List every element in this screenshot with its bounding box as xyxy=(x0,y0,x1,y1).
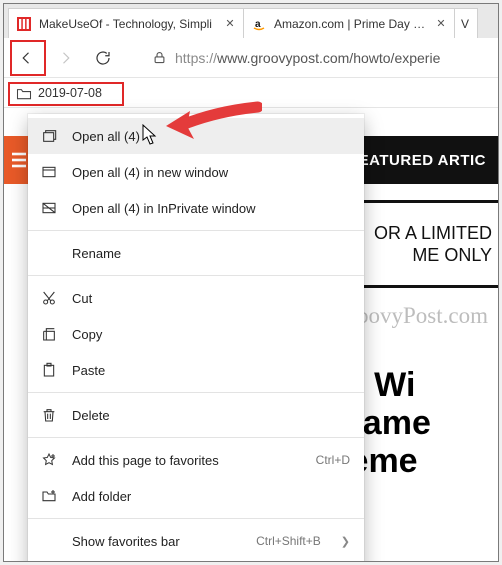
context-menu: Open all (4) Open all (4) in new window … xyxy=(28,114,364,562)
browser-window: MakeUseOf - Technology, Simpli ✕ a Amazo… xyxy=(3,3,499,562)
menu-cut[interactable]: Cut xyxy=(28,280,364,316)
address-bar[interactable]: https://www.groovypost.com/howto/experie xyxy=(144,43,492,73)
lock-icon xyxy=(152,50,167,65)
tab-close-icon[interactable]: ✕ xyxy=(436,19,446,29)
chevron-right-icon: ❯ xyxy=(341,535,350,548)
back-button[interactable] xyxy=(10,41,44,75)
star-plus-icon xyxy=(40,451,58,469)
menu-separator xyxy=(28,437,364,438)
menu-rename[interactable]: Rename xyxy=(28,235,364,271)
nav-featured[interactable]: FEATURED ARTIC xyxy=(349,152,486,169)
menu-open-all-new-window[interactable]: Open all (4) in new window xyxy=(28,154,364,190)
favicon-amazon: a xyxy=(252,17,266,31)
copy-icon xyxy=(40,325,58,343)
menu-separator xyxy=(28,392,364,393)
tab-title: Amazon.com | Prime Day 2019 xyxy=(274,17,428,31)
folder-icon xyxy=(16,87,32,99)
menu-copy[interactable]: Copy xyxy=(28,316,364,352)
tab-1[interactable]: a Amazon.com | Prime Day 2019 ✕ xyxy=(243,8,455,38)
tab-title: V xyxy=(461,17,477,31)
favorites-folder[interactable]: 2019-07-08 xyxy=(10,84,108,102)
menu-paste[interactable]: Paste xyxy=(28,352,364,388)
forward-button[interactable] xyxy=(48,41,82,75)
toolbar: https://www.groovypost.com/howto/experie xyxy=(4,38,498,78)
inprivate-icon xyxy=(40,199,58,217)
menu-open-all-inprivate[interactable]: Open all (4) in InPrivate window xyxy=(28,190,364,226)
menu-add-page-to-favorites[interactable]: Add this page to favorites Ctrl+D xyxy=(28,442,364,478)
url-text: https://www.groovypost.com/howto/experie xyxy=(175,50,440,66)
menu-open-all[interactable]: Open all (4) xyxy=(28,118,364,154)
favicon-muo xyxy=(17,17,31,31)
tab-strip: MakeUseOf - Technology, Simpli ✕ a Amazo… xyxy=(4,4,498,38)
menu-add-folder[interactable]: Add folder xyxy=(28,478,364,514)
menu-delete[interactable]: Delete xyxy=(28,397,364,433)
favorites-folder-label: 2019-07-08 xyxy=(38,86,102,100)
shortcut-label: Ctrl+D xyxy=(316,453,350,467)
favorites-bar: 2019-07-08 xyxy=(4,78,498,108)
tab-close-icon[interactable]: ✕ xyxy=(225,19,235,29)
cut-icon xyxy=(40,289,58,307)
paste-icon xyxy=(40,361,58,379)
refresh-button[interactable] xyxy=(86,41,120,75)
tabs-icon xyxy=(40,127,58,145)
window-icon xyxy=(40,163,58,181)
menu-separator xyxy=(28,518,364,519)
menu-manage-favorites[interactable]: Manage favorites Ctrl+Shift+O xyxy=(28,559,364,562)
tab-title: MakeUseOf - Technology, Simpli xyxy=(39,17,217,31)
tab-2[interactable]: V xyxy=(454,8,478,38)
menu-separator xyxy=(28,230,364,231)
shortcut-label: Ctrl+Shift+B xyxy=(256,534,321,548)
tab-0[interactable]: MakeUseOf - Technology, Simpli ✕ xyxy=(8,8,244,38)
delete-icon xyxy=(40,406,58,424)
menu-separator xyxy=(28,275,364,276)
menu-show-favorites-bar[interactable]: Show favorites bar Ctrl+Shift+B ❯ xyxy=(28,523,364,559)
folder-plus-icon xyxy=(40,487,58,505)
